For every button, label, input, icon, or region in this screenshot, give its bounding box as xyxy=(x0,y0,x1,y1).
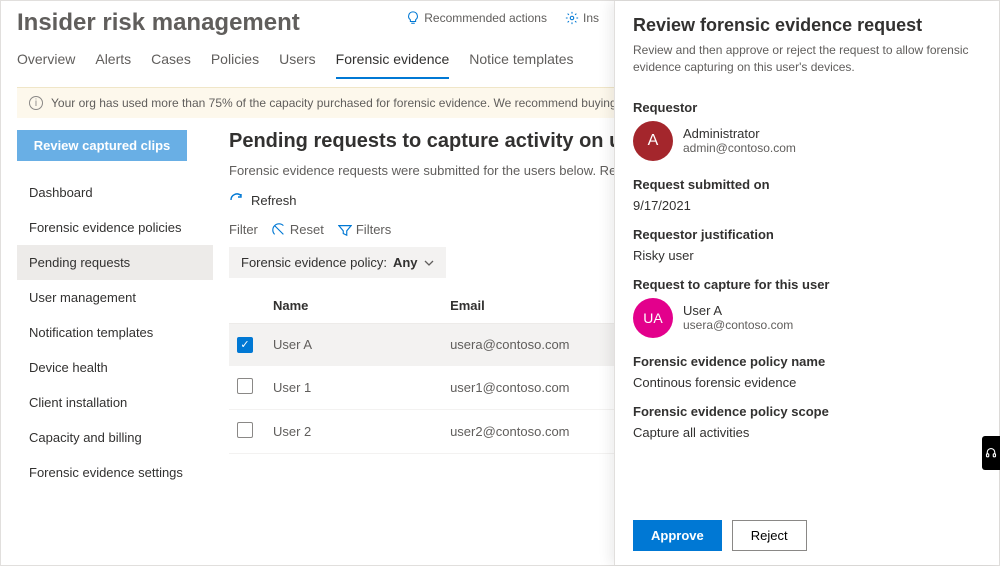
refresh-button[interactable]: Refresh xyxy=(229,192,297,208)
requestor-persona: A Administrator admin@contoso.com xyxy=(633,121,981,161)
avatar: UA xyxy=(633,298,673,338)
sidebar-item-dashboard[interactable]: Dashboard xyxy=(17,175,213,210)
filter-label: Filter xyxy=(229,222,258,237)
info-icon: i xyxy=(29,96,43,110)
detail-panel: Review forensic evidence request Review … xyxy=(614,1,999,565)
sidebar-item-notification-templates[interactable]: Notification templates xyxy=(17,315,213,350)
lightbulb-icon xyxy=(406,11,420,25)
policy-name-value: Continous forensic evidence xyxy=(633,375,981,390)
filter-icon xyxy=(338,223,352,237)
tab-notice-templates[interactable]: Notice templates xyxy=(469,51,573,79)
row-checkbox[interactable] xyxy=(237,378,253,394)
refresh-icon xyxy=(229,192,245,208)
settings-label: Ins xyxy=(583,11,599,25)
filters-label: Filters xyxy=(356,222,391,237)
justification-value: Risky user xyxy=(633,248,981,263)
sidebar-item-policies[interactable]: Forensic evidence policies xyxy=(17,210,213,245)
col-name[interactable]: Name xyxy=(265,288,442,324)
cell-name: User 1 xyxy=(265,365,442,409)
cell-name: User 2 xyxy=(265,409,442,453)
reset-filter-button[interactable]: Reset xyxy=(272,222,324,237)
capture-user-email: usera@contoso.com xyxy=(683,318,793,332)
pill-value: Any xyxy=(393,255,418,270)
flyout-tab[interactable] xyxy=(982,436,1000,470)
panel-title: Review forensic evidence request xyxy=(633,15,981,36)
chevron-down-icon xyxy=(424,258,434,268)
refresh-label: Refresh xyxy=(251,193,297,208)
policy-filter-pill[interactable]: Forensic evidence policy: Any xyxy=(229,247,446,278)
recommended-actions-link[interactable]: Recommended actions xyxy=(406,11,547,25)
policy-scope-label: Forensic evidence policy scope xyxy=(633,404,981,419)
reset-icon xyxy=(272,223,286,237)
panel-desc: Review and then approve or reject the re… xyxy=(633,42,981,76)
pill-label: Forensic evidence policy: xyxy=(241,255,387,270)
tab-cases[interactable]: Cases xyxy=(151,51,191,79)
headset-icon xyxy=(985,447,997,459)
reset-label: Reset xyxy=(290,222,324,237)
tab-overview[interactable]: Overview xyxy=(17,51,75,79)
sidebar-item-client-installation[interactable]: Client installation xyxy=(17,385,213,420)
tab-policies[interactable]: Policies xyxy=(211,51,259,79)
capture-user-name: User A xyxy=(683,303,793,318)
policy-name-label: Forensic evidence policy name xyxy=(633,354,981,369)
row-checkbox[interactable]: ✓ xyxy=(237,337,253,353)
gear-icon xyxy=(565,11,579,25)
reject-button[interactable]: Reject xyxy=(732,520,807,551)
submitted-label: Request submitted on xyxy=(633,177,981,192)
requestor-email: admin@contoso.com xyxy=(683,141,796,155)
top-actions: Recommended actions Ins xyxy=(406,11,599,25)
capture-label: Request to capture for this user xyxy=(633,277,981,292)
tab-alerts[interactable]: Alerts xyxy=(95,51,131,79)
sidebar-item-device-health[interactable]: Device health xyxy=(17,350,213,385)
filters-button[interactable]: Filters xyxy=(338,222,391,237)
requestor-name: Administrator xyxy=(683,126,796,141)
review-captured-clips-button[interactable]: Review captured clips xyxy=(17,130,187,161)
tab-users[interactable]: Users xyxy=(279,51,316,79)
sidebar-item-capacity-billing[interactable]: Capacity and billing xyxy=(17,420,213,455)
justification-label: Requestor justification xyxy=(633,227,981,242)
capture-persona: UA User A usera@contoso.com xyxy=(633,298,981,338)
cell-name: User A xyxy=(265,324,442,366)
row-checkbox[interactable] xyxy=(237,422,253,438)
avatar: A xyxy=(633,121,673,161)
tab-forensic-evidence[interactable]: Forensic evidence xyxy=(336,51,450,79)
recommended-actions-label: Recommended actions xyxy=(424,11,547,25)
requestor-label: Requestor xyxy=(633,100,981,115)
sidebar-item-pending-requests[interactable]: Pending requests xyxy=(17,245,213,280)
sidebar: Review captured clips Dashboard Forensic… xyxy=(17,130,213,490)
sidebar-item-user-management[interactable]: User management xyxy=(17,280,213,315)
submitted-value: 9/17/2021 xyxy=(633,198,981,213)
approve-button[interactable]: Approve xyxy=(633,520,722,551)
policy-scope-value: Capture all activities xyxy=(633,425,981,440)
sidebar-item-settings[interactable]: Forensic evidence settings xyxy=(17,455,213,490)
settings-link[interactable]: Ins xyxy=(565,11,599,25)
